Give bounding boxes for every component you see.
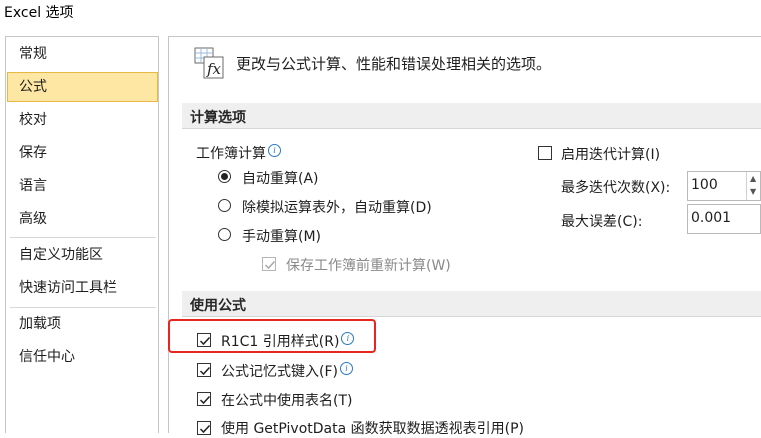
info-icon[interactable]: i [268, 144, 281, 157]
nav-item-quick-access-toolbar[interactable]: 快速访问工具栏 [7, 273, 158, 303]
checkbox-iterative-calc[interactable] [538, 146, 552, 160]
checkbox-formula-autocomplete-label[interactable]: 公式记忆式键入(F) i [221, 361, 353, 381]
max-iterations-stepper[interactable]: 100 ▲ ▼ [687, 171, 761, 201]
max-change-value[interactable]: 0.001 [691, 210, 731, 226]
nav-item-general[interactable]: 常规 [7, 39, 158, 69]
stepper-up-icon[interactable]: ▲ [750, 174, 756, 183]
nav-divider [10, 307, 156, 308]
nav-item-advanced[interactable]: 高级 [7, 204, 158, 234]
formula-icon: fx [194, 47, 224, 79]
title-bar: Excel 选项 [0, 0, 761, 30]
checkbox-table-names-label[interactable]: 在公式中使用表名(T) [221, 390, 352, 410]
nav-item-add-ins[interactable]: 加载项 [7, 309, 158, 339]
max-iterations-value[interactable]: 100 [691, 177, 718, 193]
section-calc-options: 计算选项 [182, 103, 761, 129]
nav-item-customize-ribbon[interactable]: 自定义功能区 [7, 240, 158, 270]
workbook-calc-text: 工作簿计算 [196, 146, 266, 162]
radio-auto-except-tables-label[interactable]: 除模拟运算表外，自动重算(D) [242, 197, 432, 217]
max-iterations-label: 最多迭代次数(X): [561, 180, 671, 196]
stepper-buttons[interactable]: ▲ ▼ [746, 172, 761, 200]
checkbox-recalc-before-save-label[interactable]: 保存工作簿前重新计算(W) [286, 255, 451, 275]
window-title: Excel 选项 [4, 5, 74, 21]
section-title: 使用公式 [190, 298, 246, 314]
checkbox-getpivotdata-label[interactable]: 使用 GetPivotData 函数获取数据透视表引用(P) [221, 418, 524, 438]
radio-auto-except-tables[interactable] [218, 199, 231, 212]
nav-item-proofing[interactable]: 校对 [7, 105, 158, 135]
autocomplete-text[interactable]: 公式记忆式键入(F) [221, 364, 338, 380]
radio-auto-label[interactable]: 自动重算(A) [242, 168, 319, 188]
checkbox-table-names[interactable] [197, 392, 211, 406]
stepper-down-icon[interactable]: ▼ [750, 187, 756, 196]
checkbox-iterative-calc-label[interactable]: 启用迭代计算(I) [561, 144, 660, 164]
annotation-highlight-box [168, 319, 376, 353]
nav-item-language[interactable]: 语言 [7, 171, 158, 201]
radio-manual[interactable] [218, 228, 231, 241]
info-icon[interactable]: i [339, 362, 353, 375]
workbook-calc-label: 工作簿计算 i [196, 143, 281, 163]
radio-manual-label[interactable]: 手动重算(M) [242, 226, 321, 246]
max-change-label: 最大误差(C): [561, 214, 643, 230]
svg-text:fx: fx [206, 60, 222, 78]
nav-divider [10, 237, 156, 238]
max-change-input[interactable]: 0.001 [687, 204, 761, 234]
nav-item-trust-center[interactable]: 信任中心 [7, 342, 158, 372]
radio-auto[interactable] [218, 170, 231, 183]
section-working-with-formulas: 使用公式 [182, 291, 761, 317]
options-nav: 常规 公式 校对 保存 语言 高级 自定义功能区 快速访问工具栏 加载项 信任中… [5, 36, 159, 433]
header-description: 更改与公式计算、性能和错误处理相关的选项。 [236, 55, 552, 73]
section-title: 计算选项 [190, 110, 246, 126]
nav-item-formulas[interactable]: 公式 [7, 72, 158, 102]
checkbox-formula-autocomplete[interactable] [197, 363, 211, 377]
checkbox-recalc-before-save[interactable] [262, 257, 276, 271]
nav-item-save[interactable]: 保存 [7, 138, 158, 168]
